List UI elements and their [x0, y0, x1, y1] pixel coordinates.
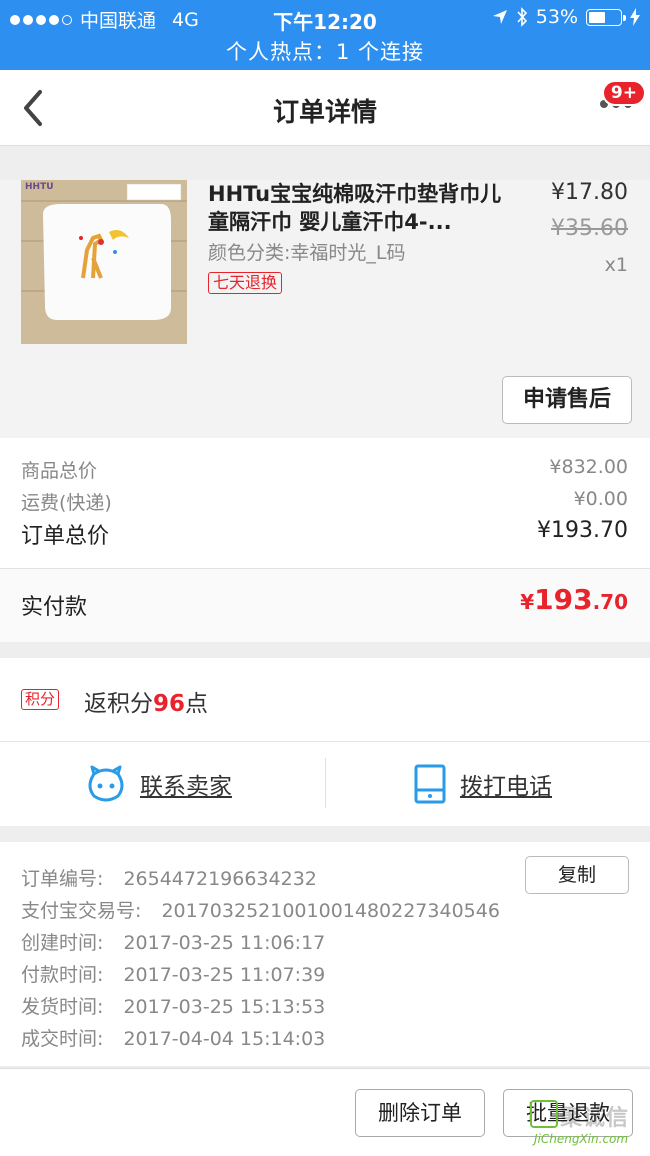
alipay-number-row: 支付宝交易号: 2017032521001001480227340546	[21, 896, 500, 923]
hotspot-banner[interactable]: 个人热点：1 个连接	[0, 36, 650, 66]
actual-payment-row: 实付款 ¥193.70	[0, 568, 650, 642]
charging-icon	[630, 8, 640, 26]
shipped-time-label: 发货时间:	[21, 996, 104, 1018]
call-phone-button[interactable]: 拨打电话	[414, 742, 552, 826]
battery-icon	[586, 8, 626, 26]
page-title: 订单详情	[272, 98, 377, 128]
product-sku: 颜色分类:幸福时光_L码	[208, 242, 406, 264]
order-number-label: 订单编号:	[21, 868, 104, 890]
call-phone-label: 拨打电话	[460, 774, 552, 800]
divider	[325, 758, 326, 808]
product-thumbnail	[21, 180, 187, 344]
actual-payment-label: 实付款	[21, 595, 88, 620]
system-status: 53%	[492, 6, 640, 28]
watermark-url: JiChengXin.com	[534, 1132, 629, 1146]
points-text: 返积分96点	[84, 684, 208, 718]
created-time-value: 2017-03-25 11:06:17	[123, 932, 326, 954]
return-policy-badge: 七天退换	[208, 272, 283, 294]
created-time-label: 创建时间:	[21, 932, 104, 954]
shipping-row: 运费(快递) ¥0.00	[21, 488, 628, 515]
bluetooth-icon	[517, 7, 527, 27]
paid-time-label: 付款时间:	[21, 964, 104, 986]
watermark: 聚诚信 JiChengXin.com	[530, 1098, 646, 1154]
amount-integer: 193	[534, 583, 593, 616]
order-number-row: 订单编号: 2654472196634232	[21, 864, 317, 891]
alipay-number-value: 2017032521001001480227340546	[161, 900, 500, 922]
location-icon	[492, 10, 507, 24]
product-original-price: ¥35.60	[551, 216, 628, 241]
goods-total-row: 商品总价 ¥832.00	[21, 456, 628, 483]
order-info-section: 订单编号: 2654472196634232 复制 支付宝交易号: 201703…	[0, 842, 650, 1066]
order-number-value: 2654472196634232	[123, 868, 317, 890]
shipping-value: ¥0.00	[573, 488, 628, 510]
battery-percent: 53%	[535, 6, 578, 28]
order-total-value: ¥193.70	[537, 518, 628, 543]
chat-bubble-icon	[88, 765, 124, 802]
product-price: ¥17.80	[551, 180, 628, 205]
product-quantity: x1	[604, 254, 628, 276]
shipped-time-row: 发货时间: 2017-03-25 15:13:53	[21, 992, 325, 1019]
after-sale-button[interactable]: 申请售后	[502, 376, 632, 424]
product-card[interactable]: HHTU HHTu宝宝纯棉吸汗巾垫背巾儿童隔汗巾 婴儿童汗巾4-... 颜色分类…	[0, 180, 650, 438]
created-time-row: 创建时间: 2017-03-25 11:06:17	[21, 928, 325, 955]
watermark-text: 聚诚信	[560, 1106, 630, 1131]
contact-seller-label: 联系卖家	[140, 774, 232, 800]
completed-time-row: 成交时间: 2017-04-04 15:14:03	[21, 1024, 325, 1051]
product-title[interactable]: HHTu宝宝纯棉吸汗巾垫背巾儿童隔汗巾 婴儿童汗巾4-...	[208, 180, 508, 236]
order-total-row: 订单总价 ¥193.70	[21, 518, 628, 550]
phone-icon	[414, 764, 446, 804]
paid-time-value: 2017-03-25 11:07:39	[123, 964, 326, 986]
paid-time-row: 付款时间: 2017-03-25 11:07:39	[21, 960, 325, 987]
order-total-label: 订单总价	[21, 524, 110, 549]
contact-row: 联系卖家 拨打电话	[0, 742, 650, 826]
price-summary: 商品总价 ¥832.00 运费(快递) ¥0.00 订单总价 ¥193.70	[0, 438, 650, 568]
bottom-action-bar: 删除订单 批量退款 聚诚信 JiChengXin.com	[0, 1068, 650, 1156]
product-image-brand: HHTU	[25, 182, 54, 192]
shipped-time-value: 2017-03-25 15:13:53	[123, 996, 326, 1018]
delete-order-button[interactable]: 删除订单	[355, 1089, 485, 1137]
completed-time-label: 成交时间:	[21, 1028, 104, 1050]
status-bar: 中国联通 4G 下午12:20 53% 个人热点：1 个连接	[0, 0, 650, 70]
amount-decimal: .70	[592, 590, 628, 614]
goods-total-value: ¥832.00	[549, 456, 628, 478]
notification-badge: 9+	[601, 80, 646, 106]
contact-seller-button[interactable]: 联系卖家	[86, 742, 232, 826]
navigation-bar: 订单详情 9+	[0, 70, 650, 146]
alipay-number-label: 支付宝交易号:	[21, 900, 142, 922]
points-value: 96	[153, 691, 186, 717]
completed-time-value: 2017-04-04 15:14:03	[123, 1028, 326, 1050]
points-badge: 积分	[21, 689, 60, 710]
points-prefix: 返积分	[84, 691, 153, 717]
points-suffix: 点	[185, 691, 209, 717]
product-image[interactable]: HHTU	[21, 180, 187, 344]
points-row: 积分 返积分96点	[0, 658, 650, 742]
currency-symbol: ¥	[520, 590, 535, 614]
copy-button[interactable]: 复制	[525, 856, 629, 894]
shipping-label: 运费(快递)	[21, 492, 112, 514]
watermark-logo-icon	[530, 1100, 558, 1128]
goods-total-label: 商品总价	[21, 460, 98, 482]
actual-payment-value: ¥193.70	[520, 583, 628, 616]
